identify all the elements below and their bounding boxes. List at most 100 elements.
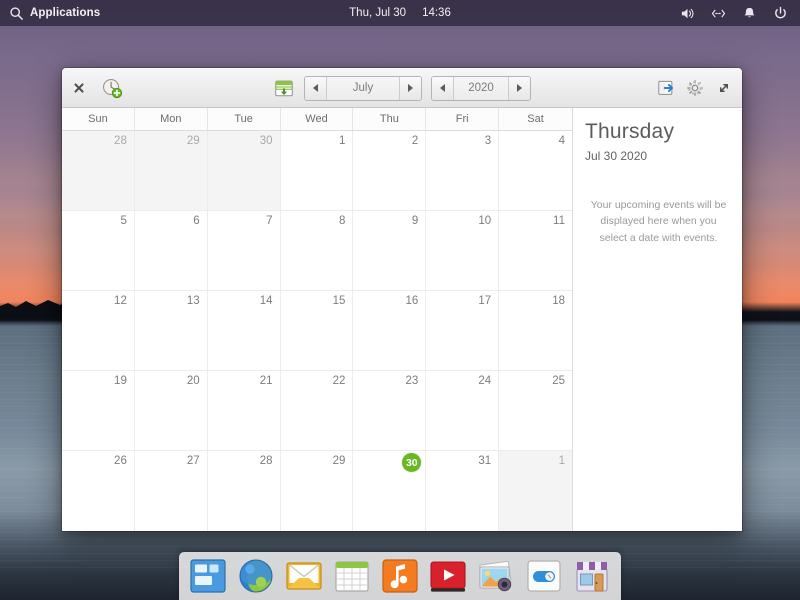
network-icon[interactable] (711, 6, 726, 21)
day-cell[interactable]: 24 (426, 371, 500, 451)
day-number: 6 (193, 215, 200, 227)
weekday-header-sat: Sat (527, 113, 544, 125)
day-cell[interactable]: 29 (280, 451, 354, 531)
day-cell[interactable]: 15 (280, 291, 354, 371)
day-number: 2 (411, 135, 419, 147)
day-cell[interactable]: 25 (499, 371, 572, 451)
day-number: 8 (339, 215, 346, 227)
day-number: 9 (411, 215, 419, 227)
event-sidebar: Thursday Jul 30 2020 Your upcoming event… (572, 108, 742, 531)
dock-item-music[interactable] (379, 555, 421, 597)
day-number: 23 (405, 375, 419, 387)
day-cell[interactable]: 17 (426, 291, 500, 371)
day-number: 29 (332, 455, 346, 467)
day-cell[interactable]: 18 (499, 291, 572, 371)
month-next-button[interactable] (399, 76, 421, 100)
weekday-header-mon: Mon (135, 108, 208, 130)
gear-icon[interactable] (686, 79, 704, 97)
calendar-body: Sun Mon Tue Wed Thu Fri Sat 28 29 30 1 2 3 4 5 6 7 8 9 10 1… (62, 108, 742, 531)
day-cell[interactable]: 1 (280, 131, 354, 211)
day-cell[interactable]: 31 (426, 451, 500, 531)
day-cell[interactable]: 2 (353, 131, 427, 211)
web-browser-icon (239, 559, 273, 593)
day-cell[interactable]: 28 (207, 451, 281, 531)
day-cell[interactable]: 20 (134, 371, 208, 451)
day-cell[interactable]: 28 (62, 131, 135, 211)
calendar-icon (335, 561, 369, 592)
today-icon[interactable] (273, 77, 295, 99)
day-cell[interactable]: 29 (134, 131, 208, 211)
day-number: 24 (478, 375, 492, 387)
day-cell[interactable]: 1 (499, 451, 572, 531)
day-number: 26 (114, 455, 127, 467)
applications-label: Applications (30, 7, 101, 19)
notifications-icon[interactable] (742, 6, 757, 21)
dock-item-files[interactable] (187, 555, 229, 597)
day-cell[interactable]: 3 (426, 131, 500, 211)
day-number: 13 (186, 295, 200, 307)
applications-menu-button[interactable]: Applications (0, 6, 100, 21)
sidebar-empty-message: Your upcoming events will be displayed h… (590, 199, 727, 244)
calendar-window: July 2020 Sun Mon Tue Wed Thu Fri Sat 28… (62, 68, 742, 531)
day-number: 16 (405, 295, 419, 307)
day-cell[interactable]: 6 (134, 211, 208, 291)
year-next-button[interactable] (508, 76, 530, 100)
month-prev-button[interactable] (305, 76, 327, 100)
sound-icon[interactable] (680, 6, 695, 21)
day-cell[interactable]: 16 (353, 291, 427, 371)
day-number: 17 (478, 295, 492, 307)
power-icon[interactable] (773, 6, 788, 21)
dock-item-settings[interactable] (523, 555, 565, 597)
dock-item-appcenter[interactable] (571, 555, 613, 597)
desktop: Applications Thu, Jul 30 14:36 July 2020… (0, 0, 800, 600)
day-number: 14 (259, 295, 273, 307)
day-number: 28 (114, 135, 127, 147)
day-cell[interactable]: 4 (499, 131, 572, 211)
day-cell[interactable]: 19 (62, 371, 135, 451)
day-number: 27 (186, 455, 200, 467)
dock-item-mail[interactable] (283, 555, 325, 597)
day-cell[interactable]: 27 (134, 451, 208, 531)
day-number: 7 (266, 215, 273, 227)
appcenter-icon (576, 562, 608, 592)
weekday-header-fri: Fri (426, 108, 500, 130)
day-cell[interactable]: 10 (426, 211, 500, 291)
day-cell[interactable]: 14 (207, 291, 281, 371)
month-grid[interactable]: 28 29 30 1 2 3 4 5 6 7 8 9 10 11 12 13 14 15 16 17 18 19 20 21 2… (62, 131, 572, 531)
day-number: 18 (552, 295, 565, 307)
day-number: 4 (558, 135, 565, 147)
day-cell[interactable]: 11 (499, 211, 572, 291)
maximize-icon[interactable] (715, 79, 733, 97)
photos-icon (479, 560, 512, 592)
day-number: 29 (186, 135, 200, 147)
day-number: 30 (259, 135, 273, 147)
dock-item-calendar[interactable] (331, 555, 373, 597)
month-selector[interactable]: July (304, 75, 422, 101)
dock-item-web-browser[interactable] (235, 555, 277, 597)
day-cell[interactable]: 7 (207, 211, 281, 291)
day-cell[interactable]: 12 (62, 291, 135, 371)
day-cell[interactable]: 13 (134, 291, 208, 371)
day-cell[interactable]: 26 (62, 451, 135, 531)
day-cell[interactable]: 8 (280, 211, 354, 291)
day-cell[interactable]: 30 (207, 131, 281, 211)
day-number-today: 30 (402, 453, 422, 472)
day-number: 10 (478, 215, 492, 227)
add-event-icon[interactable] (101, 77, 123, 99)
day-cell[interactable]: 5 (62, 211, 135, 291)
videos-icon (430, 561, 466, 592)
day-cell[interactable]: 30 (353, 451, 427, 531)
day-number: 5 (120, 215, 127, 227)
day-cell[interactable]: 23 (353, 371, 427, 451)
day-number: 1 (558, 455, 565, 467)
close-window-button[interactable] (71, 80, 87, 96)
year-selector[interactable]: 2020 (431, 75, 531, 101)
import-icon[interactable] (657, 79, 675, 97)
dock-item-photos[interactable] (475, 555, 517, 597)
day-cell[interactable]: 21 (207, 371, 281, 451)
day-cell[interactable]: 9 (353, 211, 427, 291)
year-prev-button[interactable] (432, 76, 454, 100)
dock-item-videos[interactable] (427, 555, 469, 597)
dock (179, 552, 621, 600)
day-cell[interactable]: 22 (280, 371, 354, 451)
